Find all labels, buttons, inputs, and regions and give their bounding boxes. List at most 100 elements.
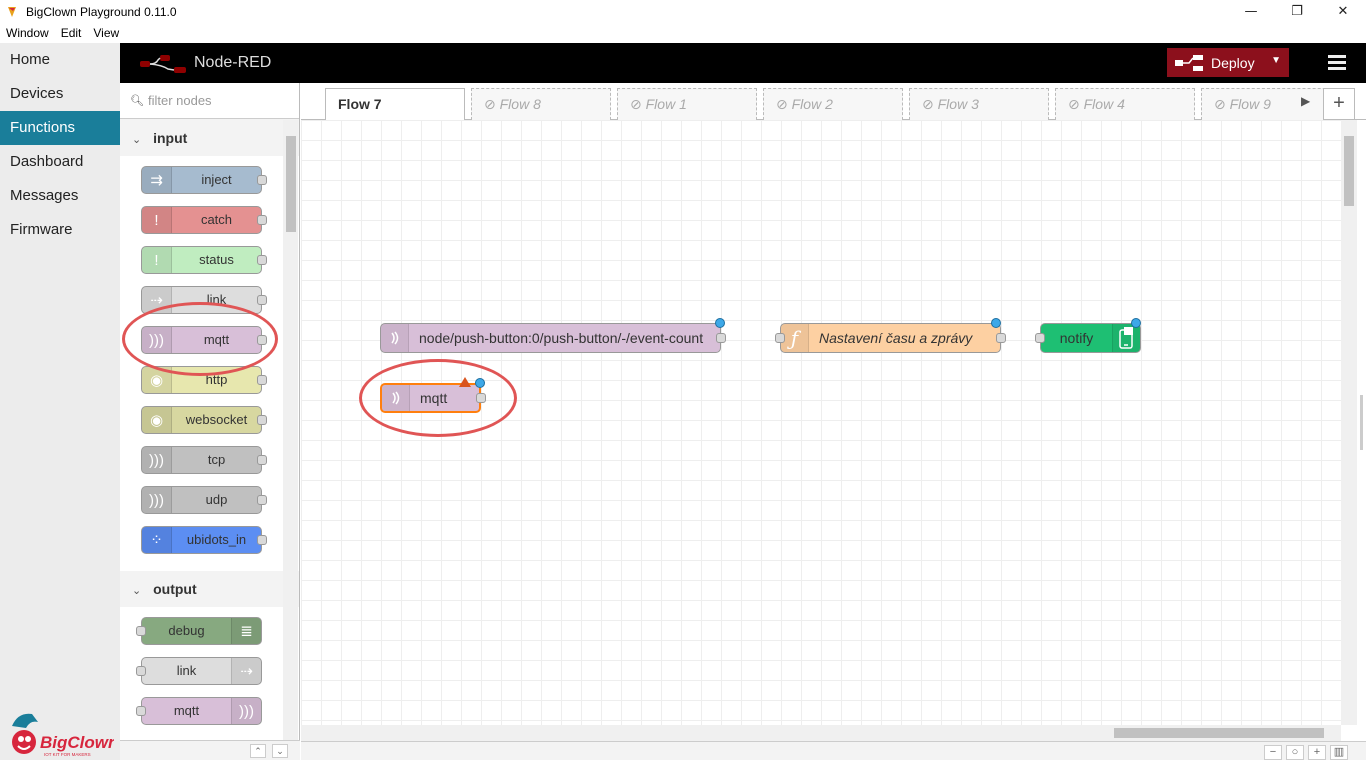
category-output-header[interactable]: ⌄ output xyxy=(120,571,299,607)
palette-node-status[interactable]: ! status xyxy=(141,246,267,274)
disabled-icon: ⊘ xyxy=(922,96,938,112)
palette-node-icon: ))) xyxy=(231,698,261,724)
tab-flow-7[interactable]: Flow 7 xyxy=(325,88,465,121)
tab-scroll-right-icon[interactable]: ▶ xyxy=(1301,88,1321,120)
category-output-body: ≣ debug ⇢ link))) mqtt xyxy=(120,607,299,740)
tab-label: Flow 1 xyxy=(645,96,687,112)
palette-scrollbar[interactable] xyxy=(283,120,298,740)
menu-window[interactable]: Window xyxy=(0,26,55,40)
tab-label: Flow 8 xyxy=(499,96,541,112)
disabled-icon: ⊘ xyxy=(1214,96,1230,112)
palette-node-ubidots_in[interactable]: ⁘ ubidots_in xyxy=(141,526,267,554)
palette-node-link[interactable]: ⇢ link xyxy=(136,657,262,685)
flow-node-mqtt-new[interactable]: mqtt xyxy=(380,377,486,413)
zoom-out-button[interactable]: − xyxy=(1264,745,1282,760)
palette-node-label: inject xyxy=(201,172,232,187)
zoom-reset-button[interactable]: ○ xyxy=(1286,745,1304,760)
chevron-down-icon: ⌄ xyxy=(132,585,142,597)
warning-icon xyxy=(459,377,471,387)
zoom-in-button[interactable]: + xyxy=(1308,745,1326,760)
collapse-all-button[interactable]: ⌃ xyxy=(250,744,266,758)
workspace-tabs: Flow 7 ⊘ Flow 8 ⊘ Flow 1 ⊘ Flow 2 ⊘ Flow 3 ⊘ … xyxy=(301,83,1366,121)
mqtt-icon xyxy=(381,324,409,352)
navigator-button[interactable]: ▥ xyxy=(1330,745,1348,760)
output-port[interactable] xyxy=(716,333,726,343)
changed-indicator xyxy=(715,318,725,328)
palette-node-inject[interactable]: ⇉ inject xyxy=(141,166,267,194)
deploy-caret-icon[interactable]: ▼ xyxy=(1271,55,1281,66)
palette-node-debug[interactable]: ≣ debug xyxy=(136,617,262,645)
tab-flow-1[interactable]: ⊘ Flow 1 xyxy=(617,88,757,120)
tab-label: Flow 2 xyxy=(791,96,833,112)
menubar: Window Edit View xyxy=(0,23,1366,43)
flow-canvas[interactable]: node/push-button:0/push-button/-/event-c… xyxy=(301,120,1341,725)
canvas-vertical-scrollbar[interactable] xyxy=(1341,120,1357,725)
palette-node-label: mqtt xyxy=(173,703,200,718)
nav-functions[interactable]: Functions xyxy=(0,111,120,145)
palette-node-icon: ◉ xyxy=(142,407,172,433)
palette-node-websocket[interactable]: ◉ websocket xyxy=(141,406,267,434)
tab-flow-2[interactable]: ⊘ Flow 2 xyxy=(763,88,903,120)
palette-node-icon: ◉ xyxy=(142,367,172,393)
output-port xyxy=(257,535,267,545)
palette-node-label: websocket xyxy=(185,412,248,427)
sidebar-drag-handle[interactable] xyxy=(1360,395,1363,450)
app-sidebar: Home Devices Functions Dashboard Message… xyxy=(0,43,120,760)
palette-node-icon: ! xyxy=(142,207,172,233)
output-port xyxy=(257,175,267,185)
output-port[interactable] xyxy=(996,333,1006,343)
input-port[interactable] xyxy=(775,333,785,343)
close-button[interactable]: ✕ xyxy=(1320,0,1366,23)
nav-dashboard[interactable]: Dashboard xyxy=(0,145,120,179)
restore-button[interactable]: ❐ xyxy=(1274,0,1320,23)
output-port xyxy=(257,495,267,505)
add-tab-button[interactable]: + xyxy=(1323,88,1355,120)
nodered-title: Node-RED xyxy=(194,54,272,71)
palette-node-icon: ⇉ xyxy=(142,167,172,193)
tab-flow-8[interactable]: ⊘ Flow 8 xyxy=(471,88,611,120)
palette-node-icon: ))) xyxy=(142,327,172,353)
deploy-button[interactable]: Deploy ▼ xyxy=(1167,48,1289,77)
changed-indicator xyxy=(1131,318,1141,328)
palette-node-mqtt[interactable]: ))) mqtt xyxy=(136,697,262,725)
output-port xyxy=(257,375,267,385)
disabled-icon: ⊘ xyxy=(484,96,500,112)
flow-node-function[interactable]: ƒ Nastavení času a zprávy xyxy=(775,318,1006,353)
palette-node-mqtt[interactable]: ))) mqtt xyxy=(141,326,267,354)
expand-all-button[interactable]: ⌄ xyxy=(272,744,288,758)
palette-node-icon: ! xyxy=(142,247,172,273)
category-input-header[interactable]: ⌄ input xyxy=(120,120,299,156)
flow-node-notify[interactable]: notify xyxy=(1035,318,1141,353)
palette-node-label: ubidots_in xyxy=(186,532,247,547)
changed-indicator xyxy=(991,318,1001,328)
window-titlebar: BigClown Playground 0.11.0 — ❐ ✕ xyxy=(0,0,1366,23)
tab-label: Flow 4 xyxy=(1083,96,1125,112)
nav-messages[interactable]: Messages xyxy=(0,179,120,213)
menu-edit[interactable]: Edit xyxy=(55,26,88,40)
tab-flow-3[interactable]: ⊘ Flow 3 xyxy=(909,88,1049,120)
palette-node-catch[interactable]: ! catch xyxy=(141,206,267,234)
disabled-icon: ⊘ xyxy=(776,96,792,112)
flow-node-mqtt-topic[interactable]: node/push-button:0/push-button/-/event-c… xyxy=(380,318,726,353)
disabled-icon: ⊘ xyxy=(1068,96,1084,112)
tab-flow-4[interactable]: ⊘ Flow 4 xyxy=(1055,88,1195,120)
deploy-label: Deploy xyxy=(1211,54,1255,71)
canvas-horizontal-scrollbar[interactable] xyxy=(301,725,1341,741)
nav-firmware[interactable]: Firmware xyxy=(0,213,120,247)
output-port[interactable] xyxy=(476,393,486,403)
palette-node-http[interactable]: ◉ http xyxy=(141,366,267,394)
nav-devices[interactable]: Devices xyxy=(0,77,120,111)
palette-node-tcp[interactable]: ))) tcp xyxy=(141,446,267,474)
input-port[interactable] xyxy=(1035,333,1045,343)
minimize-button[interactable]: — xyxy=(1228,0,1274,23)
flow-node-label: notify xyxy=(1059,330,1094,346)
tab-label: Flow 7 xyxy=(338,96,382,112)
palette-node-icon: ≣ xyxy=(231,618,261,644)
filter-nodes-input[interactable]: 🔍︎ filter nodes xyxy=(120,83,299,119)
palette-node-label: link xyxy=(206,292,227,307)
nav-home[interactable]: Home xyxy=(0,43,120,77)
palette-node-link[interactable]: ⇢ link xyxy=(141,286,267,314)
palette-node-udp[interactable]: ))) udp xyxy=(141,486,267,514)
main-menu-icon[interactable] xyxy=(1328,55,1346,71)
menu-view[interactable]: View xyxy=(87,26,125,40)
